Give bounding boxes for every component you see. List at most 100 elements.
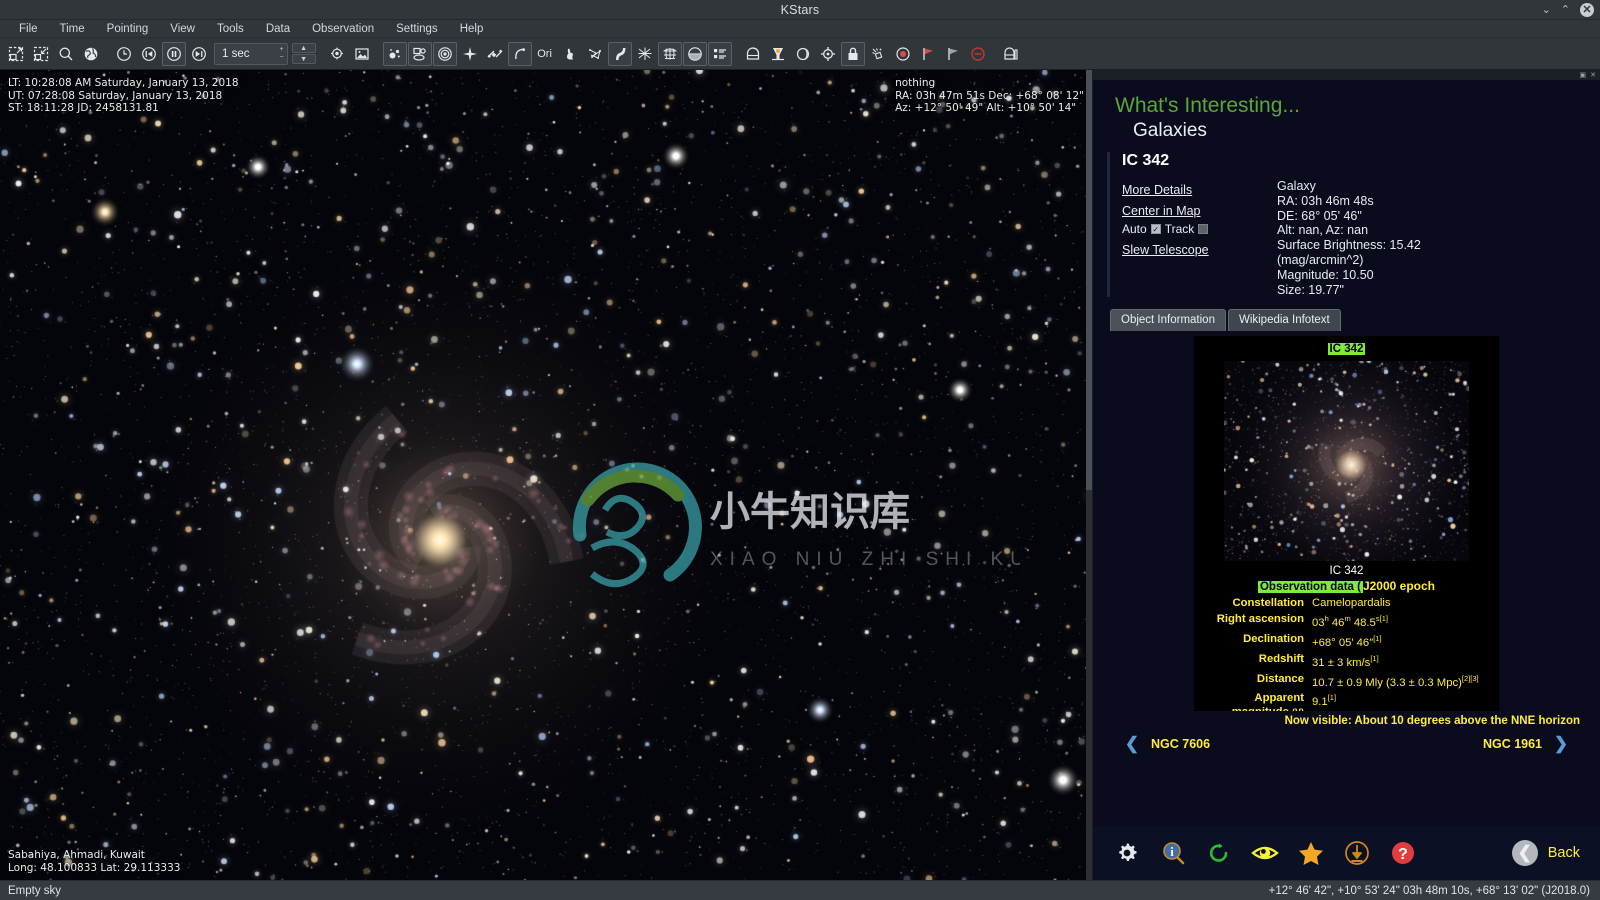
gear-icon[interactable]: [1113, 839, 1141, 867]
tab-wikipedia-infotext[interactable]: Wikipedia Infotext: [1227, 309, 1341, 332]
wiki-key-redshift: Redshift: [1258, 652, 1304, 665]
back-chevron-icon[interactable]: ❮: [1511, 840, 1538, 866]
picture-icon[interactable]: [350, 42, 374, 66]
equatorial-grid-icon[interactable]: [657, 41, 682, 66]
close-icon[interactable]: ✕: [1580, 3, 1594, 17]
dock-close-icon[interactable]: ✕: [1590, 72, 1596, 79]
slew-telescope-link[interactable]: Slew Telescope: [1122, 243, 1277, 257]
object-alt-az: Alt: nan, Az: nan: [1277, 223, 1369, 238]
flags-list-icon[interactable]: [707, 41, 732, 66]
auto-track-row[interactable]: Auto ✓ Track: [1122, 222, 1277, 236]
clock-icon[interactable]: [112, 42, 136, 66]
time-step-down[interactable]: −: [280, 54, 284, 62]
wiki-value-right-ascension: 03h 46m 48.5s[1]: [1312, 614, 1388, 630]
track-checkbox[interactable]: [1198, 224, 1209, 234]
wiki-key-right-ascension: Right ascension: [1216, 613, 1304, 626]
search-icon[interactable]: [54, 42, 78, 66]
record-icon[interactable]: [891, 42, 915, 66]
star-icon[interactable]: [1297, 839, 1325, 867]
wiki-ref-redshift: [1]: [1370, 653, 1379, 663]
object-detail-row: More Details Center in Map Auto ✓ Track …: [1122, 179, 1586, 297]
no-entry-icon[interactable]: [966, 42, 990, 66]
center-in-map-link[interactable]: Center in Map: [1122, 204, 1277, 218]
center-lock-icon[interactable]: [325, 42, 349, 66]
lock-icon[interactable]: [840, 41, 865, 66]
constellation-lines-icon[interactable]: [583, 42, 607, 66]
moon-icon[interactable]: [791, 42, 815, 66]
maximize-icon[interactable]: ⌃: [1561, 4, 1570, 16]
stars-icon[interactable]: [382, 41, 407, 66]
step-backward-icon[interactable]: [137, 42, 161, 66]
back-label: Back: [1547, 845, 1580, 861]
eye-icon[interactable]: [1251, 839, 1279, 867]
menu-pointing[interactable]: Pointing: [96, 22, 160, 36]
stepper-down[interactable]: ▼: [291, 54, 316, 64]
stepper-up[interactable]: ▲: [291, 43, 316, 53]
crosshair-target-icon[interactable]: [816, 42, 840, 66]
time-step-spinners[interactable]: + −: [280, 46, 287, 62]
menu-view[interactable]: View: [159, 22, 206, 36]
sky-map[interactable]: LT: 10:28:08 AM Saturday, January 13, 20…: [0, 70, 1092, 880]
supernova-icon[interactable]: [458, 42, 482, 66]
universal-time-line: UT: 07:28:08 Saturday, January 13, 2018: [8, 89, 223, 102]
menu-file[interactable]: File: [8, 22, 49, 36]
time-step-stepper[interactable]: ▲ ▼: [291, 43, 316, 64]
next-object-button[interactable]: NGC 1961 ❯: [1483, 733, 1572, 755]
planets-icon[interactable]: [432, 41, 457, 66]
status-coordinates: +12° 46' 42", +10° 53' 24" 03h 48m 10s, …: [1268, 884, 1590, 897]
help-icon[interactable]: ?: [1389, 839, 1417, 867]
svg-text:?: ?: [1398, 846, 1408, 863]
minimize-icon[interactable]: ⌄: [1542, 4, 1551, 16]
dock-toolbar: i ? ❮ Back: [1093, 826, 1600, 880]
sky-location-overlay: Sabahiya, Ahmadi, Kuwait Long: 48.100833…: [8, 849, 180, 874]
pause-icon[interactable]: [162, 41, 186, 66]
flag-red-icon[interactable]: [916, 42, 940, 66]
window-titlebar: KStars ⌄ ⌃ ✕: [0, 0, 1600, 20]
dome-telescope-icon[interactable]: [741, 42, 765, 66]
step-forward-icon[interactable]: [187, 42, 211, 66]
back-button[interactable]: ❮ Back: [1511, 840, 1580, 866]
chevron-right-icon[interactable]: ❯: [1550, 733, 1572, 755]
dock-float-icon[interactable]: ▣: [1580, 72, 1587, 79]
info-search-icon[interactable]: i: [1159, 839, 1187, 867]
satellite-icon[interactable]: [483, 42, 507, 66]
constellation-boundaries-icon[interactable]: [633, 42, 657, 66]
zoom-in-icon[interactable]: [29, 42, 53, 66]
comet-icon[interactable]: [507, 41, 532, 66]
download-icon[interactable]: [1343, 839, 1371, 867]
observatory-icon[interactable]: [999, 42, 1023, 66]
rabbit-constellation-art-icon[interactable]: [558, 42, 582, 66]
wiki-galaxy-canvas: [1224, 361, 1469, 562]
auto-checkbox[interactable]: ✓: [1150, 224, 1161, 234]
menu-observation[interactable]: Observation: [301, 22, 385, 36]
ekos-icon[interactable]: [766, 42, 790, 66]
horizon-icon[interactable]: [682, 41, 707, 66]
menu-tools[interactable]: Tools: [206, 22, 255, 36]
info-tabs: Object Information Wikipedia Infotext: [1107, 309, 1586, 332]
chevron-left-icon[interactable]: ❮: [1121, 733, 1143, 755]
deepsky-icon[interactable]: [407, 41, 432, 66]
tab-object-information[interactable]: Object Information: [1110, 309, 1226, 332]
zoom-out-icon[interactable]: [4, 42, 28, 66]
globe-icon[interactable]: [79, 42, 103, 66]
menu-data[interactable]: Data: [255, 22, 301, 36]
panel-subheading: Galaxies: [1133, 120, 1207, 141]
ori-constellation-icon[interactable]: Ori: [533, 42, 557, 66]
wiki-redshift-text: 31 ± 3 km/s: [1312, 656, 1371, 669]
wiki-key-constellation: Constellation: [1232, 597, 1304, 610]
flag-gray-icon[interactable]: [941, 42, 965, 66]
menu-help[interactable]: Help: [449, 22, 495, 36]
milky-way-icon[interactable]: [607, 41, 632, 66]
sky-map-canvas[interactable]: [0, 70, 1092, 880]
previous-object-button[interactable]: ❮ NGC 7606: [1121, 733, 1210, 755]
wiki-ref-distance: [2][3]: [1461, 673, 1479, 683]
fov-icon[interactable]: [866, 42, 890, 66]
menu-time[interactable]: Time: [49, 22, 96, 36]
time-step-up[interactable]: +: [280, 46, 284, 54]
dock-titlebar: ▣ ✕: [1093, 70, 1600, 80]
wikipedia-infotext-pane[interactable]: IC 342 IC 342 Observation data (J2000 ep…: [1194, 336, 1499, 712]
more-details-link[interactable]: More Details: [1122, 183, 1277, 197]
menu-settings[interactable]: Settings: [385, 22, 449, 36]
refresh-icon[interactable]: [1205, 839, 1233, 867]
time-step-input[interactable]: 1 sec + −: [214, 42, 288, 65]
